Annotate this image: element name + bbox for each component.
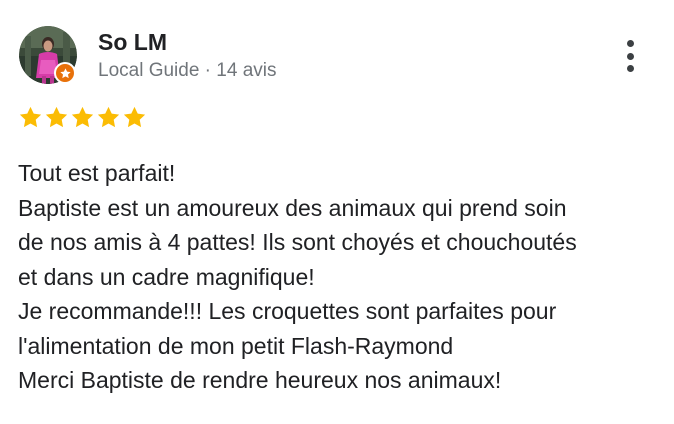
more-dot — [626, 65, 634, 72]
avatar[interactable] — [19, 26, 77, 84]
more-vert-icon[interactable] — [616, 36, 644, 76]
review-text-line: l'alimentation de mon petit Flash-Raymon… — [18, 332, 454, 359]
star-icon — [123, 106, 146, 128]
local-guide-star-icon — [54, 62, 76, 84]
star-icon — [19, 106, 42, 128]
review-text-line: et dans un cadre magnifique! — [18, 263, 315, 290]
review-text-line: Merci Baptiste de rendre heureux nos ani… — [18, 367, 502, 393]
more-dot — [626, 40, 634, 47]
star-icon — [45, 106, 68, 128]
review-text-line: de nos amis à 4 pattes! Ils sont choyés … — [18, 229, 577, 255]
review-card: So LM Local Guide · 14 avis Tout est par… — [0, 0, 674, 424]
review-text-line: Tout est parfait! — [18, 160, 176, 186]
review-text: Tout est parfait! Baptiste est un amoure… — [18, 156, 658, 398]
star-icon — [71, 106, 94, 128]
author-name[interactable]: So LM — [98, 28, 167, 56]
review-text-line: Baptiste est un amoureux des animaux qui… — [18, 194, 567, 221]
author-meta[interactable]: Local Guide · 14 avis — [98, 59, 277, 83]
star-rating — [18, 105, 147, 131]
more-dot — [626, 52, 634, 60]
star-icon — [97, 106, 120, 128]
review-text-line: Je recommande!!! Les croquettes sont par… — [18, 298, 557, 324]
